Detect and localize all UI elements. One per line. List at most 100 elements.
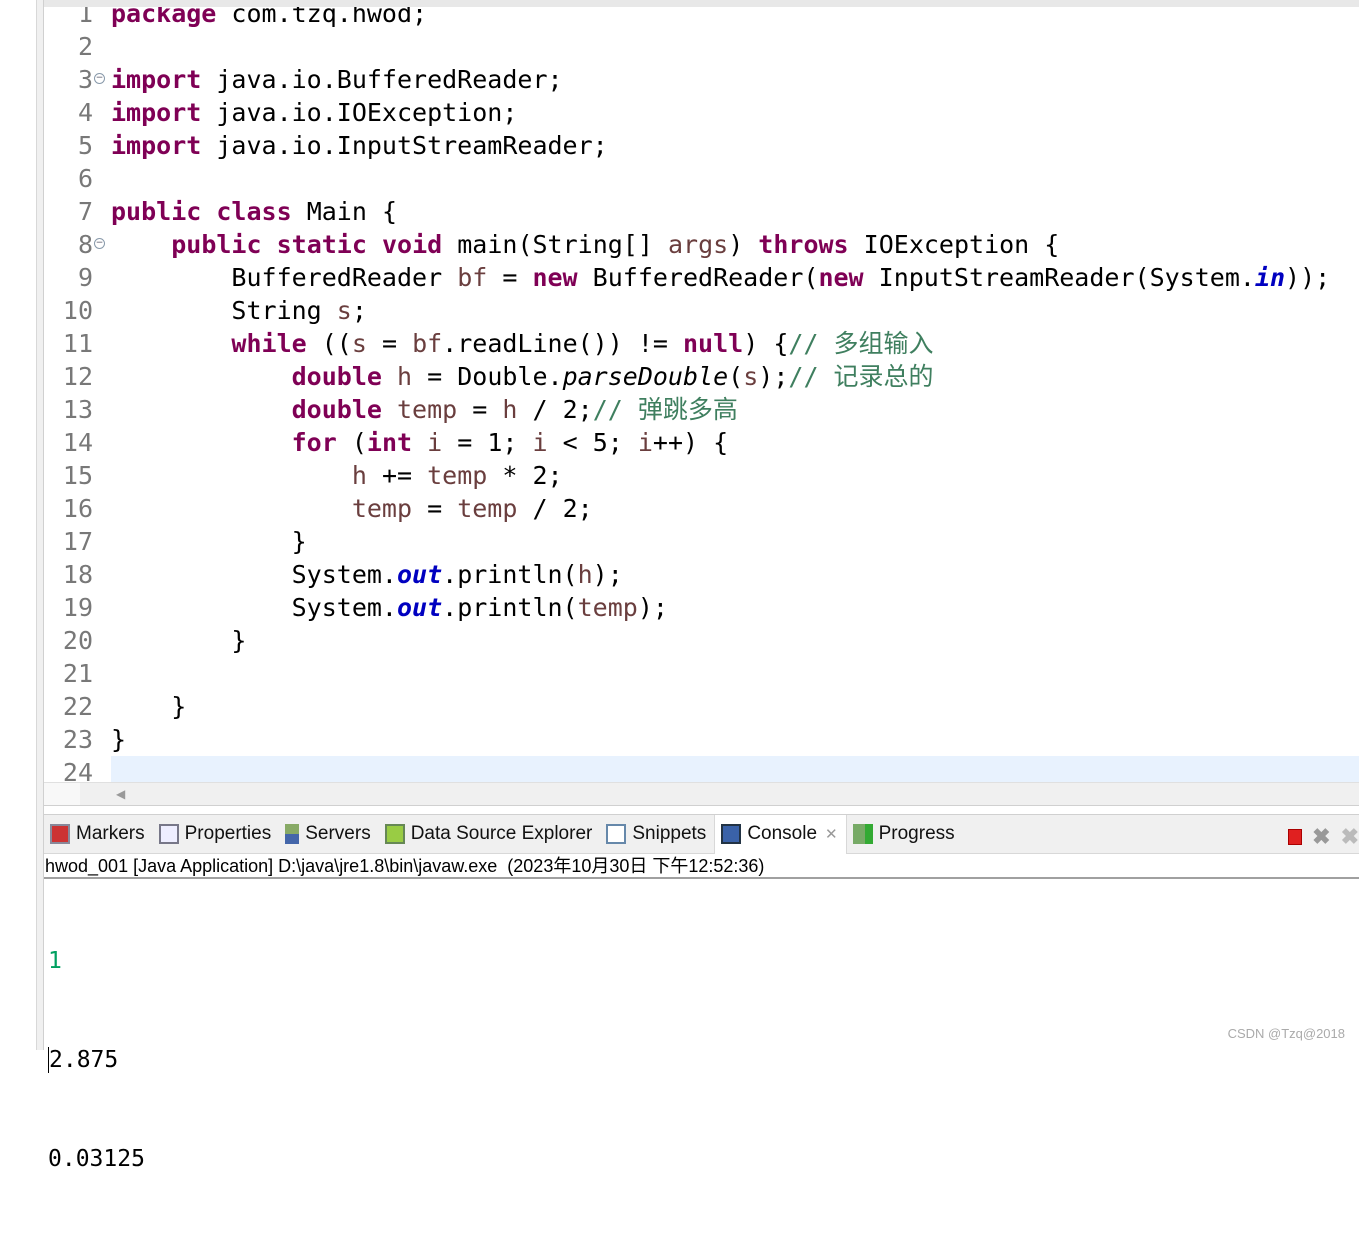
code-token: System. (111, 560, 397, 589)
code-token: in (1254, 263, 1286, 292)
code-token: ( (336, 428, 367, 457)
code-line: 20 } (44, 624, 1359, 657)
line-number: 21 (62, 659, 93, 688)
code-token: } (111, 725, 127, 754)
remove-all-terminated-icon[interactable]: ✖ (1341, 824, 1359, 850)
code-line: 16 temp = temp / 2; (44, 492, 1359, 525)
code-text: BufferedReader bf = new BufferedReader(n… (111, 261, 1330, 294)
code-token: s (336, 296, 352, 325)
code-line: 18 System.out.println(h); (44, 558, 1359, 591)
code-token: // 弹跳多高 (592, 395, 738, 424)
code-editor[interactable]: 1 package com.tzq.hwod; 2 3− import java.io.… (44, 7, 1359, 782)
tab-properties[interactable]: Properties (153, 815, 280, 854)
code-token: while (231, 329, 307, 358)
code-token: import (111, 131, 202, 160)
code-token: static (276, 230, 367, 259)
line-number: 19 (62, 593, 93, 622)
code-token: new (818, 263, 864, 292)
console-icon (721, 824, 742, 844)
scroll-left-arrow-icon[interactable]: ◀ (116, 787, 125, 801)
code-token: .println( (442, 593, 578, 622)
code-line: 4 import java.io.IOException; (44, 96, 1359, 129)
code-token: i (637, 428, 653, 457)
tab-markers[interactable]: Markers (44, 815, 153, 854)
code-token: package (111, 7, 217, 28)
code-token: ) { (743, 329, 789, 358)
code-line: 9 BufferedReader bf = new BufferedReader… (44, 261, 1359, 294)
code-token: h (397, 362, 413, 391)
code-token: ++) { (652, 428, 729, 457)
code-token: / 2; (517, 395, 593, 424)
snippets-icon (606, 824, 627, 844)
tab-data-source-explorer[interactable]: Data Source Explorer (379, 815, 601, 854)
watermark: CSDN @Tzq@2018 (1227, 1026, 1345, 1041)
code-token: void (381, 230, 443, 259)
code-token: } (111, 626, 247, 655)
line-number: 3 (77, 65, 93, 94)
progress-icon (852, 824, 873, 844)
code-token: = (366, 329, 413, 358)
code-token: class (216, 197, 292, 226)
tab-console[interactable]: Console ✕ (714, 814, 847, 854)
code-token: h (502, 395, 518, 424)
remove-launch-icon[interactable]: ✖ (1312, 824, 1330, 850)
panel-tabs: Markers Properties Servers Data Source Expl… (44, 814, 1359, 854)
terminate-icon[interactable] (1288, 829, 1303, 845)
data-source-explorer-icon (384, 824, 405, 844)
code-line: 1 package com.tzq.hwod; (44, 7, 1359, 30)
code-token: main(String[] (442, 230, 668, 259)
code-text: } (111, 624, 246, 657)
bottom-panel: Markers Properties Servers Data Source Expl… (44, 814, 1359, 1172)
close-tab-icon[interactable]: ✕ (825, 825, 838, 843)
code-token: throws (758, 230, 849, 259)
code-token: IOException { (848, 230, 1060, 259)
console-output[interactable]: 1 2.875 0.03125 (44, 879, 1359, 1242)
tab-progress[interactable]: Progress (847, 815, 963, 854)
code-token: ); (758, 362, 789, 391)
horizontal-scrollbar[interactable]: ◀ (44, 782, 1359, 806)
tab-servers[interactable]: Servers (279, 815, 378, 854)
fold-collapse-icon[interactable]: − (94, 238, 105, 249)
code-token: temp (397, 395, 458, 424)
code-token: null (683, 329, 744, 358)
code-token: ) (728, 230, 759, 259)
console-toolbar: ✖ ✖ (1288, 824, 1359, 850)
fold-collapse-icon[interactable]: − (94, 73, 105, 84)
line-number: 15 (62, 461, 93, 490)
line-number: 20 (62, 626, 93, 655)
code-line: 7 public class Main { (44, 195, 1359, 228)
code-token: com.tzq.hwod; (216, 7, 428, 28)
code-token: bf (457, 263, 488, 292)
code-text: } (111, 690, 186, 723)
line-number: 22 (62, 692, 93, 721)
tab-snippets[interactable]: Snippets (600, 815, 714, 854)
code-token: < 5; (547, 428, 638, 457)
code-token: Main { (291, 197, 397, 226)
code-line: 3− import java.io.BufferedReader; (44, 63, 1359, 96)
code-token: i (427, 428, 443, 457)
code-text: package com.tzq.hwod; (111, 7, 427, 30)
code-token: / 2; (517, 494, 593, 523)
code-text: h += temp * 2; (111, 459, 563, 492)
code-line: 14 for (int i = 1; i < 5; i++) { (44, 426, 1359, 459)
properties-icon (158, 824, 179, 844)
code-text: String s; (111, 294, 367, 327)
console-input-line: 1 (48, 948, 62, 974)
markers-icon (50, 824, 70, 844)
line-number: 10 (62, 296, 93, 325)
code-token: // 记录总的 (788, 362, 934, 391)
code-line: 11 while ((s = bf.readLine()) != null) {… (44, 327, 1359, 360)
code-token: double (291, 395, 382, 424)
line-number: 18 (62, 560, 93, 589)
line-number: 5 (77, 131, 93, 160)
line-number: 24 (62, 758, 93, 782)
console-output-line: 2.875 (48, 1044, 1359, 1077)
code-text: } (111, 723, 126, 756)
